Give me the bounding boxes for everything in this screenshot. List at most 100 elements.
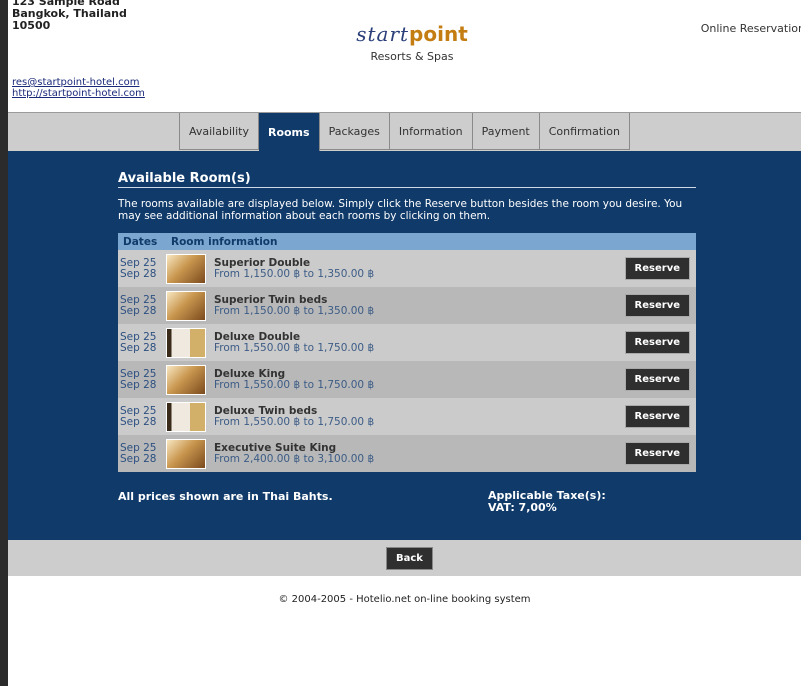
reserve-cell: Reserve	[610, 398, 696, 435]
date-to: Sep 28	[120, 267, 157, 280]
reserve-button[interactable]: Reserve	[624, 368, 690, 391]
tab-confirmation[interactable]: Confirmation	[539, 113, 630, 150]
date-from: Sep 25	[120, 293, 157, 306]
tax-info: Applicable Taxe(s): VAT: 7,00%	[488, 490, 606, 514]
room-photo[interactable]	[166, 327, 206, 358]
room-info-header: Room information	[166, 233, 696, 250]
tab-availability[interactable]: Availability	[179, 113, 259, 150]
reserve-cell: Reserve	[610, 361, 696, 398]
room-info[interactable]: Superior Double From 1,150.00 ฿ to 1,350.…	[208, 250, 610, 287]
rooms-table: Dates Room information Sep 25 Sep 28 Supe…	[118, 233, 696, 472]
room-price: From 1,550.00 ฿ to 1,750.00 ฿	[214, 341, 375, 354]
date-to: Sep 28	[120, 415, 157, 428]
date-from: Sep 25	[120, 367, 157, 380]
hotel-address: 123 Sample Road Bangkok, Thailand 10500	[12, 0, 127, 32]
logo-subtitle: Resorts & Spas	[370, 50, 454, 63]
tab-information[interactable]: Information	[389, 113, 473, 150]
room-info[interactable]: Deluxe King From 1,550.00 ฿ to 1,750.00 ฿	[208, 361, 610, 398]
table-row[interactable]: Sep 25 Sep 28 Deluxe King From 1,550.00 ฿ …	[118, 361, 696, 398]
room-thumbnail[interactable]	[166, 287, 208, 324]
room-thumbnail[interactable]	[166, 250, 208, 287]
contact-links: res@startpoint-hotel.com http://startpoi…	[12, 77, 145, 99]
room-thumbnail[interactable]	[166, 324, 208, 361]
page: 123 Sample Road Bangkok, Thailand 10500 …	[8, 0, 801, 686]
room-photo[interactable]	[166, 253, 206, 284]
room-info[interactable]: Deluxe Double From 1,550.00 ฿ to 1,750.00…	[208, 324, 610, 361]
intro-text: The rooms available are displayed below.…	[118, 198, 683, 222]
date-from: Sep 25	[120, 256, 157, 269]
table-header: Dates Room information	[118, 233, 696, 250]
tab-bar: Availability Rooms Packages Information …	[8, 112, 801, 152]
tab-rooms[interactable]: Rooms	[258, 113, 320, 152]
logo-script-text: start	[356, 22, 410, 46]
table-row[interactable]: Sep 25 Sep 28 Superior Double From 1,150.0…	[118, 250, 696, 287]
logo-bold-text: point	[409, 22, 468, 46]
reserve-button[interactable]: Reserve	[624, 294, 690, 317]
reserve-button[interactable]: Reserve	[624, 405, 690, 428]
reserve-button[interactable]: Reserve	[624, 331, 690, 354]
room-price: From 1,150.00 ฿ to 1,350.00 ฿	[214, 267, 375, 280]
room-photo[interactable]	[166, 401, 206, 432]
table-row[interactable]: Sep 25 Sep 28 Executive Suite King From 2,…	[118, 435, 696, 472]
room-thumbnail[interactable]	[166, 435, 208, 472]
email-link[interactable]: res@startpoint-hotel.com	[12, 77, 145, 88]
table-row[interactable]: Sep 25 Sep 28 Deluxe Twin beds From 1,550.…	[118, 398, 696, 435]
room-name[interactable]: Deluxe Twin beds	[214, 405, 610, 417]
prices-note: All prices shown are in Thai Bahts.	[118, 490, 333, 503]
room-thumbnail[interactable]	[166, 398, 208, 435]
header: 123 Sample Road Bangkok, Thailand 10500 …	[8, 0, 801, 112]
main-panel: Available Room(s) The rooms available ar…	[8, 151, 801, 540]
room-dates: Sep 25 Sep 28	[118, 361, 166, 398]
tab-packages[interactable]: Packages	[319, 113, 390, 150]
room-dates: Sep 25 Sep 28	[118, 398, 166, 435]
hotel-logo: startpoint Resorts & Spas	[342, 22, 482, 63]
address-line-3: 10500	[12, 19, 51, 32]
bottom-bar: Back	[8, 540, 801, 576]
date-to: Sep 28	[120, 304, 157, 317]
dates-header: Dates	[118, 233, 166, 250]
room-dates: Sep 25 Sep 28	[118, 435, 166, 472]
rooms-content: Available Room(s) The rooms available ar…	[118, 171, 696, 514]
tabs: Availability Rooms Packages Information …	[179, 113, 630, 152]
room-price: From 1,550.00 ฿ to 1,750.00 ฿	[214, 415, 375, 428]
tab-payment[interactable]: Payment	[472, 113, 540, 150]
copyright-text: © 2004-2005 - Hotelio.net on-line bookin…	[278, 594, 531, 605]
reserve-cell: Reserve	[610, 250, 696, 287]
room-photo[interactable]	[166, 438, 206, 469]
room-info[interactable]: Executive Suite King From 2,400.00 ฿ to 3…	[208, 435, 610, 472]
date-from: Sep 25	[120, 441, 157, 454]
online-reservation-label: Online Reservation	[700, 22, 801, 35]
table-row[interactable]: Sep 25 Sep 28 Deluxe Double From 1,550.00 …	[118, 324, 696, 361]
room-name[interactable]: Superior Double	[214, 257, 610, 269]
date-from: Sep 25	[120, 404, 157, 417]
room-name[interactable]: Superior Twin beds	[214, 294, 610, 306]
vat-value: VAT: 7,00%	[488, 501, 557, 514]
room-price: From 1,550.00 ฿ to 1,750.00 ฿	[214, 378, 375, 391]
website-link[interactable]: http://startpoint-hotel.com	[12, 88, 145, 99]
room-dates: Sep 25 Sep 28	[118, 324, 166, 361]
room-dates: Sep 25 Sep 28	[118, 287, 166, 324]
date-to: Sep 28	[120, 378, 157, 391]
table-row[interactable]: Sep 25 Sep 28 Superior Twin beds From 1,15…	[118, 287, 696, 324]
reserve-cell: Reserve	[610, 287, 696, 324]
date-from: Sep 25	[120, 330, 157, 343]
room-name[interactable]: Deluxe King	[214, 368, 610, 380]
reserve-cell: Reserve	[610, 435, 696, 472]
room-photo[interactable]	[166, 364, 206, 395]
date-to: Sep 28	[120, 452, 157, 465]
room-name[interactable]: Executive Suite King	[214, 442, 610, 454]
room-info[interactable]: Superior Twin beds From 1,150.00 ฿ to 1,3…	[208, 287, 610, 324]
page-title: Available Room(s)	[118, 171, 696, 188]
room-thumbnail[interactable]	[166, 361, 208, 398]
room-name[interactable]: Deluxe Double	[214, 331, 610, 343]
reserve-cell: Reserve	[610, 324, 696, 361]
room-dates: Sep 25 Sep 28	[118, 250, 166, 287]
room-price: From 2,400.00 ฿ to 3,100.00 ฿	[214, 452, 375, 465]
room-info[interactable]: Deluxe Twin beds From 1,550.00 ฿ to 1,750…	[208, 398, 610, 435]
back-button[interactable]: Back	[386, 547, 433, 570]
reserve-button[interactable]: Reserve	[624, 257, 690, 280]
date-to: Sep 28	[120, 341, 157, 354]
reserve-button[interactable]: Reserve	[624, 442, 690, 465]
room-photo[interactable]	[166, 290, 206, 321]
room-price: From 1,150.00 ฿ to 1,350.00 ฿	[214, 304, 375, 317]
